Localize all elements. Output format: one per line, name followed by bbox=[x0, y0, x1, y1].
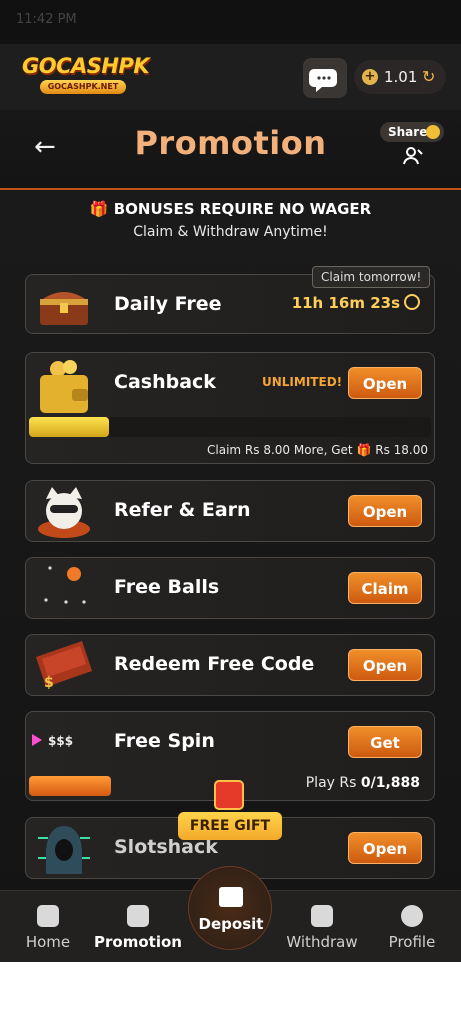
cashback-card[interactable]: Cashback UNLIMITED! Open Claim Rs 8.00 M… bbox=[25, 352, 435, 464]
share-people-icon bbox=[403, 147, 423, 165]
redeem-code-card[interactable]: $ Redeem Free Code Open bbox=[25, 634, 435, 696]
withdraw-icon bbox=[311, 905, 333, 927]
nav-withdraw[interactable]: Withdraw bbox=[276, 905, 368, 951]
status-time: 11:42 PM bbox=[16, 12, 77, 27]
clock-icon bbox=[404, 294, 420, 310]
ticket-icon: $ bbox=[36, 641, 92, 691]
coin-icon bbox=[426, 125, 440, 139]
home-icon bbox=[37, 905, 59, 927]
slotshack-open-button[interactable]: Open bbox=[348, 832, 422, 864]
cashback-label: Cashback bbox=[114, 371, 216, 393]
free-balls-card[interactable]: Free Balls Claim bbox=[25, 557, 435, 619]
deposit-icon bbox=[219, 887, 243, 907]
treasure-chest-icon bbox=[40, 292, 88, 325]
logo[interactable]: GOCASHPK GOCASHPK.NET bbox=[22, 54, 150, 100]
notice-title: 🎁 BONUSES REQUIRE NO WAGER bbox=[89, 200, 372, 218]
cashback-claim-text: Claim Rs 8.00 More, Get 🎁 Rs 18.00 bbox=[207, 443, 428, 457]
daily-free-timer: 11h 16m 23s bbox=[292, 294, 420, 312]
hooded-figure-icon bbox=[38, 826, 90, 874]
gift-icon: 🎁 bbox=[89, 200, 109, 218]
share-label: Share bbox=[388, 125, 428, 139]
system-nav-bar bbox=[0, 962, 461, 1024]
claim-tomorrow-tag: Claim tomorrow! bbox=[312, 266, 431, 288]
play-requirement: Play Rs 0/1,888 bbox=[305, 775, 420, 791]
spin-progress-bar bbox=[29, 776, 111, 796]
nav-home[interactable]: Home bbox=[2, 905, 94, 951]
title-bar: ← Promotion Share bbox=[0, 110, 461, 190]
refer-earn-card[interactable]: Refer & Earn Open bbox=[25, 480, 435, 542]
ball-icon bbox=[44, 566, 86, 604]
cashback-open-button[interactable]: Open bbox=[348, 367, 422, 399]
nav-deposit[interactable]: Deposit bbox=[188, 866, 272, 950]
cat-mascot-icon bbox=[38, 487, 90, 538]
chat-icon bbox=[309, 69, 337, 92]
gift-box-icon[interactable] bbox=[214, 780, 244, 810]
free-balls-label: Free Balls bbox=[114, 576, 220, 598]
chat-button[interactable] bbox=[303, 58, 347, 98]
deposit-label: Deposit bbox=[198, 915, 264, 933]
promotion-screen: GOCASHPK GOCASHPK.NET + 1.01 ↻ ← Promoti… bbox=[0, 44, 461, 962]
free-balls-claim-button[interactable]: Claim bbox=[348, 572, 422, 604]
redeem-code-label: Redeem Free Code bbox=[114, 653, 315, 675]
wager-notice: 🎁 BONUSES REQUIRE NO WAGER Claim & Withd… bbox=[0, 194, 461, 240]
redeem-open-button[interactable]: Open bbox=[348, 649, 422, 681]
nav-profile[interactable]: Profile bbox=[366, 905, 458, 951]
balance-display[interactable]: + 1.01 ↻ bbox=[354, 60, 446, 94]
daily-free-label: Daily Free bbox=[114, 293, 222, 315]
unlimited-badge: UNLIMITED! bbox=[262, 375, 343, 389]
refer-earn-label: Refer & Earn bbox=[114, 499, 251, 521]
spin-indicator: $$$ bbox=[32, 734, 112, 750]
profile-icon bbox=[401, 905, 423, 927]
status-bar: 11:42 PM bbox=[0, 0, 461, 44]
refer-open-button[interactable]: Open bbox=[348, 495, 422, 527]
free-spin-label: Free Spin bbox=[114, 730, 215, 752]
refresh-icon[interactable]: ↻ bbox=[422, 60, 435, 94]
share-button[interactable]: Share bbox=[380, 122, 444, 168]
logo-text: GOCASHPK bbox=[22, 54, 150, 78]
top-header: GOCASHPK GOCASHPK.NET + 1.01 ↻ bbox=[0, 44, 461, 110]
cashback-progress-fill bbox=[29, 417, 109, 437]
gift-icon: 🎁 bbox=[356, 443, 372, 457]
wallet-icon bbox=[40, 360, 88, 413]
share-pill: Share bbox=[380, 122, 444, 142]
free-spin-get-button[interactable]: Get bbox=[348, 726, 422, 758]
gift-icon bbox=[127, 905, 149, 927]
free-gift-button[interactable]: FREE GIFT bbox=[178, 812, 282, 840]
nav-promotion[interactable]: Promotion bbox=[92, 905, 184, 951]
cashback-progress-bar bbox=[29, 417, 431, 437]
balance-value: 1.01 bbox=[384, 68, 418, 86]
svg-text:$: $ bbox=[44, 675, 54, 691]
pointer-icon bbox=[32, 734, 42, 746]
add-coin-icon[interactable]: + bbox=[362, 69, 378, 85]
notice-subtitle: Claim & Withdraw Anytime! bbox=[133, 224, 328, 240]
logo-subtext: GOCASHPK.NET bbox=[40, 80, 126, 94]
